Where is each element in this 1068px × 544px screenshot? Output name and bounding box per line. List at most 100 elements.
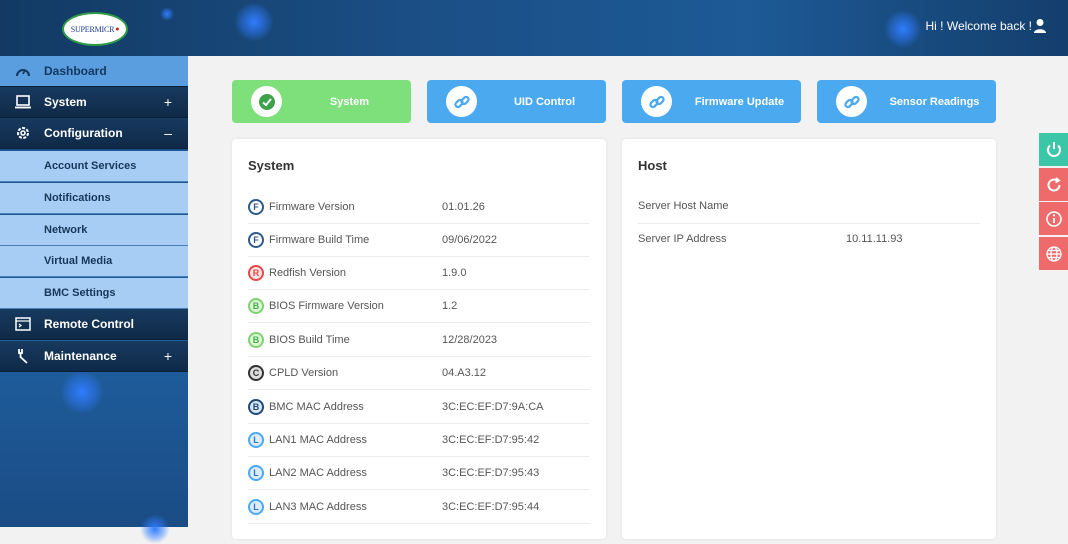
row-value: 3C:EC:EF:D7:95:42 bbox=[442, 433, 540, 446]
sidebar-item-dashboard[interactable]: Dashboard bbox=[0, 56, 188, 87]
system-card: System F Firmware Version 01.01.26 F Fir… bbox=[232, 139, 606, 539]
row-value: 1.9.0 bbox=[442, 266, 467, 279]
decorative-glow bbox=[160, 7, 174, 21]
gauge-icon bbox=[14, 62, 32, 80]
sidebar-item-configuration[interactable]: Configuration – bbox=[0, 118, 188, 149]
tile-sensor-readings[interactable]: Sensor Readings bbox=[817, 80, 996, 123]
row-key: Server IP Address bbox=[638, 233, 727, 245]
power-button[interactable] bbox=[1039, 133, 1068, 166]
language-button[interactable] bbox=[1039, 237, 1068, 270]
row-value: 3C:EC:EF:D7:95:44 bbox=[442, 500, 540, 513]
table-row: F Firmware Version 01.01.26 bbox=[248, 190, 590, 224]
sidebar-subitem-bmc-settings[interactable]: BMC Settings bbox=[0, 278, 188, 309]
row-key: LAN2 MAC Address bbox=[269, 466, 367, 479]
lan-icon: L bbox=[248, 431, 264, 448]
gear-icon bbox=[14, 124, 32, 142]
row-key: Server Host Name bbox=[638, 200, 729, 212]
globe-icon bbox=[1045, 245, 1062, 262]
supermicro-logo[interactable]: SUPERMICR ● bbox=[62, 12, 128, 46]
welcome-message: Hi ! Welcome back ! bbox=[925, 19, 1032, 33]
row-key: LAN3 MAC Address bbox=[269, 500, 367, 513]
bmc-icon: B bbox=[248, 398, 264, 415]
wrench-icon bbox=[14, 347, 32, 365]
expand-icon[interactable]: + bbox=[164, 348, 172, 364]
tile-label: Sensor Readings bbox=[889, 95, 980, 108]
refresh-icon bbox=[1047, 176, 1061, 192]
row-value: 12/28/2023 bbox=[442, 333, 498, 346]
row-value: 10.11.11.93 bbox=[846, 233, 903, 245]
row-key: BMC MAC Address bbox=[269, 400, 364, 413]
tile-label: System bbox=[329, 95, 370, 108]
top-header: SUPERMICR ● Hi ! Welcome back ! bbox=[0, 0, 1068, 56]
table-row: L LAN2 MAC Address 3C:EC:EF:D7:95:43 bbox=[248, 456, 590, 490]
table-row: F Firmware Build Time 09/06/2022 bbox=[248, 223, 590, 257]
lan-icon: L bbox=[248, 464, 264, 481]
sidebar-subitem-account-services[interactable]: Account Services bbox=[0, 151, 188, 182]
sidebar-item-system[interactable]: System + bbox=[0, 87, 188, 118]
row-key: Firmware Version bbox=[269, 200, 355, 213]
user-icon[interactable] bbox=[1034, 18, 1046, 34]
table-row: B BIOS Build Time 12/28/2023 bbox=[248, 323, 590, 357]
row-value: 09/06/2022 bbox=[442, 233, 498, 246]
logo-text: SUPERMICR bbox=[70, 24, 115, 34]
row-value: 04.A3.12 bbox=[442, 366, 487, 379]
row-key: CPLD Version bbox=[269, 366, 339, 379]
sidebar-subitem-network[interactable]: Network bbox=[0, 215, 188, 246]
tile-label: Firmware Update bbox=[694, 95, 785, 108]
sidebar-item-label: Configuration bbox=[44, 126, 123, 140]
card-title: System bbox=[248, 158, 295, 173]
link-icon bbox=[836, 86, 867, 117]
bios-icon: B bbox=[248, 331, 264, 348]
link-icon bbox=[446, 86, 477, 117]
row-key: Redfish Version bbox=[269, 266, 347, 279]
tile-system[interactable]: System bbox=[232, 80, 411, 123]
firmware-icon: F bbox=[248, 231, 264, 248]
decorative-glow bbox=[234, 2, 274, 42]
sidebar: Dashboard System + Configuration – Accou… bbox=[0, 56, 188, 544]
table-row: R Redfish Version 1.9.0 bbox=[248, 256, 590, 290]
sidebar-item-label: System bbox=[44, 95, 87, 109]
row-value: 01.01.26 bbox=[442, 200, 485, 213]
info-button[interactable] bbox=[1039, 202, 1068, 235]
decorative-glow bbox=[60, 370, 104, 414]
host-card: Host Server Host Name Server IP Address … bbox=[622, 139, 996, 539]
tile-uid-control[interactable]: UID Control bbox=[427, 80, 606, 123]
refresh-button[interactable] bbox=[1039, 168, 1068, 201]
redfish-icon: R bbox=[248, 264, 264, 281]
sidebar-item-label: Remote Control bbox=[44, 317, 134, 331]
row-key: BIOS Firmware Version bbox=[269, 299, 384, 312]
decorative-glow bbox=[140, 514, 170, 544]
tile-firmware-update[interactable]: Firmware Update bbox=[622, 80, 801, 123]
row-key: BIOS Build Time bbox=[269, 333, 350, 346]
table-row: L LAN1 MAC Address 3C:EC:EF:D7:95:42 bbox=[248, 423, 590, 457]
info-icon bbox=[1045, 210, 1062, 227]
link-icon bbox=[641, 86, 672, 117]
sidebar-subitem-virtual-media[interactable]: Virtual Media bbox=[0, 246, 188, 277]
sidebar-item-label: Dashboard bbox=[44, 64, 107, 78]
row-value: 3C:EC:EF:D7:95:43 bbox=[442, 466, 540, 479]
sidebar-subitem-notifications[interactable]: Notifications bbox=[0, 183, 188, 214]
lan-icon: L bbox=[248, 498, 264, 515]
decorative-glow bbox=[884, 10, 922, 48]
row-key: LAN1 MAC Address bbox=[269, 433, 367, 446]
row-value: 1.2 bbox=[442, 299, 458, 312]
table-row: Server IP Address 10.11.11.93 bbox=[638, 223, 980, 256]
sidebar-item-maintenance[interactable]: Maintenance + bbox=[0, 341, 188, 372]
sidebar-item-remote-control[interactable]: Remote Control bbox=[0, 309, 188, 340]
tile-label: UID Control bbox=[513, 95, 576, 108]
table-row: L LAN3 MAC Address 3C:EC:EF:D7:95:44 bbox=[248, 490, 590, 524]
table-row: Server Host Name bbox=[638, 190, 980, 224]
console-icon bbox=[14, 315, 32, 333]
table-row: B BIOS Firmware Version 1.2 bbox=[248, 289, 590, 323]
firmware-icon: F bbox=[248, 198, 264, 215]
collapse-icon[interactable]: – bbox=[164, 125, 172, 141]
row-value: 3C:EC:EF:D7:9A:CA bbox=[442, 400, 544, 413]
table-row: C CPLD Version 04.A3.12 bbox=[248, 356, 590, 390]
card-title: Host bbox=[638, 158, 667, 173]
table-row: B BMC MAC Address 3C:EC:EF:D7:9A:CA bbox=[248, 390, 590, 424]
laptop-icon bbox=[14, 93, 32, 111]
expand-icon[interactable]: + bbox=[164, 94, 172, 110]
bios-icon: B bbox=[248, 297, 264, 314]
sidebar-item-label: Maintenance bbox=[44, 349, 117, 363]
row-key: Firmware Build Time bbox=[269, 233, 370, 246]
